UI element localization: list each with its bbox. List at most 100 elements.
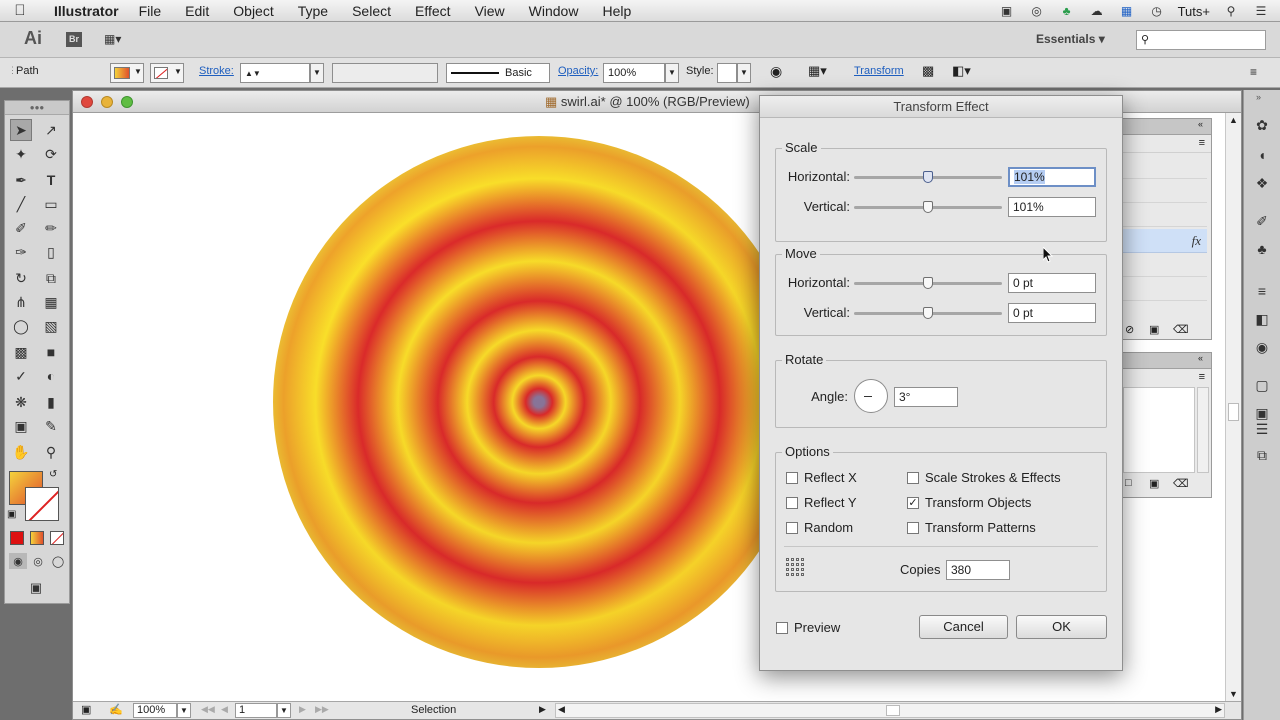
checkbox-box[interactable] [907,471,919,484]
stepper-icon[interactable]: ▲▼ [245,69,261,78]
menu-app-name[interactable]: Illustrator [54,3,119,19]
scroll-right-icon[interactable]: ▶ [1215,704,1222,715]
none-mode-button[interactable] [50,531,64,545]
checkmark-icon[interactable]: ✓ [907,496,919,509]
spotlight-search-icon[interactable]: ⚲ [1222,4,1240,18]
artboard-number-input[interactable]: 1 [235,703,277,718]
opacity-input[interactable]: 100% [603,63,665,83]
camera-icon[interactable]: ▣ [998,4,1016,18]
draw-normal-icon[interactable]: ◉ [9,553,27,569]
appearance-row[interactable] [1123,203,1207,227]
status-menu-icon[interactable]: ▶ [539,704,546,715]
zoom-window-button[interactable] [121,96,133,108]
move-vertical-slider-thumb[interactable] [923,307,933,319]
menu-help[interactable]: Help [602,3,631,19]
type-tool-icon[interactable]: T [40,169,62,191]
move-horizontal-slider-thumb[interactable] [923,277,933,289]
workspace-switcher[interactable]: Essentials ▾ [1036,32,1105,46]
appearance-panel-icon[interactable]: ▢ [1253,376,1271,394]
rectangle-tool-icon[interactable]: ▭ [40,193,62,215]
menu-effect[interactable]: Effect [415,3,451,19]
close-window-button[interactable] [81,96,93,108]
angle-dial[interactable] [854,379,888,413]
reflect-x-checkbox[interactable]: Reflect X [786,470,857,485]
duplicate-item-icon[interactable]: ▣ [1149,323,1159,336]
menu-type[interactable]: Type [298,3,328,19]
graphic-style-dropdown[interactable]: ▼ [737,63,751,83]
horizontal-scroll-thumb[interactable] [886,705,900,716]
scale-vertical-slider-thumb[interactable] [923,201,933,213]
scale-strokes-effects-checkbox[interactable]: Scale Strokes & Effects [907,470,1061,485]
line-tool-icon[interactable]: ╱ [10,193,32,215]
vertical-scrollbar[interactable]: ▲ ▼ [1225,113,1241,703]
notification-list-icon[interactable]: ☰ [1252,4,1270,18]
cancel-button[interactable]: Cancel [919,615,1008,639]
scroll-down-icon[interactable]: ▼ [1229,689,1238,699]
free-transform-tool-icon[interactable]: ▦ [40,291,62,313]
scale-horizontal-input[interactable]: 101% [1008,167,1096,187]
align-options-icon[interactable]: ▦▾ [808,63,827,79]
creative-cloud-icon[interactable]: ◎ [1028,4,1046,18]
default-fill-stroke-icon[interactable]: ▣ [7,509,16,520]
fill-color-dropdown[interactable]: ▼ [110,63,144,83]
gpu-preview-icon[interactable]: ▣ [81,703,91,716]
panel-menu-icon[interactable]: ≡ [1199,137,1205,149]
color-mode-button[interactable] [10,531,24,545]
appearance-row[interactable] [1123,155,1207,179]
scroll-left-icon[interactable]: ◀ [558,704,565,715]
random-checkbox[interactable]: Random [786,520,853,535]
checkbox-box[interactable] [786,496,798,509]
layers-panel-header[interactable]: « [1123,353,1211,369]
trash-icon[interactable]: ⌫ [1173,323,1189,336]
magic-wand-tool-icon[interactable]: ✦ [10,143,32,165]
stroke-panel-icon[interactable]: ≡ [1253,282,1271,300]
symbols-panel-icon[interactable]: ♣ [1253,240,1271,258]
copies-input[interactable]: 380 [946,560,1010,580]
blend-tool-icon[interactable]: ◐ [40,365,62,387]
color-guide-icon[interactable]: ◖ [1253,146,1271,164]
shape-builder-tool-icon[interactable]: ◯ [10,315,32,337]
transparency-panel-icon[interactable]: ◉ [1253,338,1271,356]
change-screen-mode-icon[interactable]: ▣ [25,577,47,599]
graphic-style-swatch[interactable] [717,63,737,83]
menu-edit[interactable]: Edit [185,3,209,19]
stroke-swatch[interactable] [25,487,59,521]
stroke-panel-link[interactable]: Stroke: [199,65,234,77]
draw-inside-icon[interactable]: ◯ [49,553,67,569]
share-icon[interactable]: ✍ [109,703,123,716]
menu-window[interactable]: Window [529,3,579,19]
reference-point-locator-icon[interactable] [786,558,804,576]
new-folder-icon[interactable]: □ [1125,477,1132,489]
recolor-artwork-icon[interactable]: ◉ [770,63,782,80]
appearance-row-selected[interactable]: fx [1123,229,1207,253]
checkbox-box[interactable] [776,621,788,634]
clover-icon[interactable]: ♣ [1058,4,1076,18]
hand-tool-icon[interactable]: ✋ [10,441,32,463]
artboards-panel-icon[interactable]: ⧉ [1253,446,1271,464]
perspective-grid-tool-icon[interactable]: ▧ [40,315,62,337]
pencil-tool-icon[interactable]: ✏ [40,217,62,239]
transform-patterns-checkbox[interactable]: Transform Patterns [907,520,1036,535]
appearance-row[interactable] [1123,179,1207,203]
scale-horizontal-slider[interactable] [854,171,1002,183]
isolate-selected-icon[interactable]: ▩ [922,63,934,79]
kuler-icon[interactable]: ❖ [1253,174,1271,192]
scroll-up-icon[interactable]: ▲ [1229,115,1238,125]
minimize-window-button[interactable] [101,96,113,108]
transform-panel-link[interactable]: Transform [854,65,904,77]
slice-tool-icon[interactable]: ✎ [40,415,62,437]
checkbox-box[interactable] [907,521,919,534]
new-layer-icon[interactable]: ▣ [1149,477,1159,490]
color-panel-icon[interactable]: ✿ [1253,116,1271,134]
angle-input[interactable]: 3° [894,387,958,407]
pen-tool-icon[interactable]: ✒ [10,169,32,191]
current-tool-status[interactable]: Selection [411,704,456,716]
zoom-tool-icon[interactable]: ⚲ [40,441,62,463]
swap-fill-stroke-icon[interactable]: ↺ [49,469,57,480]
cloud-icon[interactable]: ☁ [1088,4,1106,18]
opacity-panel-link[interactable]: Opacity: [558,65,598,77]
collapse-icon[interactable]: « [1198,119,1203,129]
stroke-color-dropdown[interactable]: ▼ [150,63,184,83]
symbol-sprayer-tool-icon[interactable]: ❋ [10,391,32,413]
move-horizontal-slider[interactable] [854,277,1002,289]
